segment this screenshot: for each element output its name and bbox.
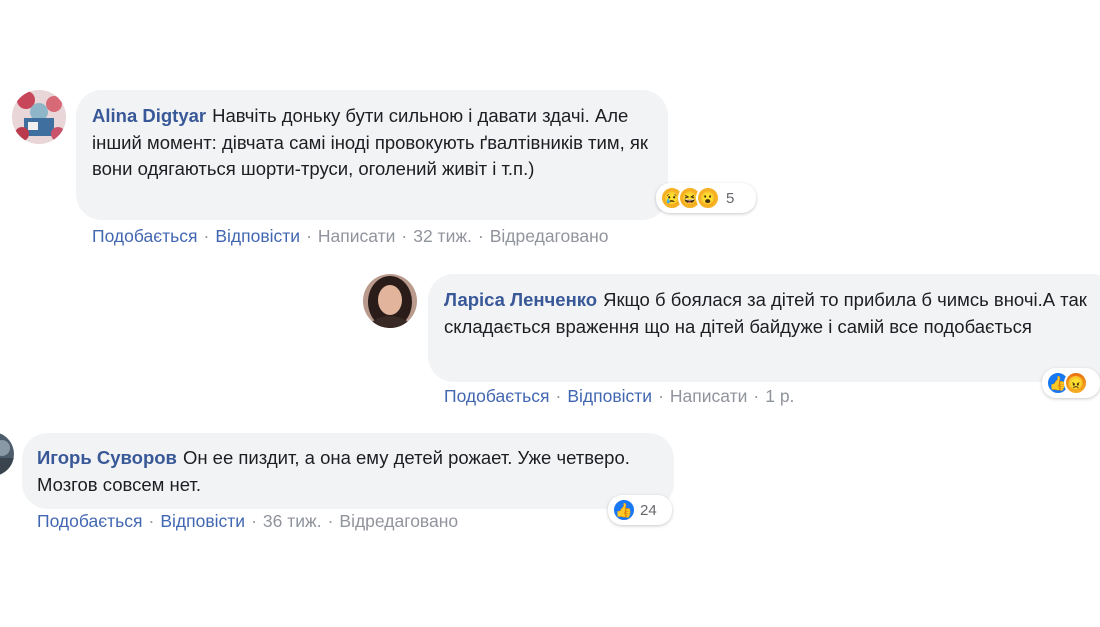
- like-link[interactable]: Подобається: [92, 226, 198, 246]
- edited-label[interactable]: Відредаговано: [339, 511, 458, 531]
- timestamp[interactable]: 36 тиж.: [263, 511, 322, 531]
- comment-actions: Подобається · Відповісти · Написати · 1 р.: [444, 386, 794, 407]
- comment-bubble: Игорь Суворов Он ее пиздит, а она ему дет…: [22, 433, 674, 509]
- comment-author[interactable]: Alina Digtyar: [92, 105, 206, 126]
- comment-author[interactable]: Ларіса Ленченко: [444, 289, 597, 310]
- reaction-count: 24: [640, 501, 657, 519]
- comment-actions: Подобається · Відповісти · 36 тиж. · Відредаго…: [37, 511, 458, 532]
- separator: ·: [306, 226, 312, 246]
- avatar[interactable]: [363, 274, 417, 328]
- reaction-summary[interactable]: 😢 😆 😮 5: [656, 183, 756, 213]
- separator: ·: [658, 386, 664, 406]
- separator: ·: [401, 226, 408, 246]
- comment-actions: Подобається · Відповісти · Написати · 32 тиж. ·…: [92, 226, 609, 247]
- separator: ·: [477, 226, 484, 246]
- avatar[interactable]: [12, 90, 66, 144]
- timestamp[interactable]: 1 р.: [765, 386, 794, 406]
- comment-bubble: Ларіса Ленченко Якщо б боялася за дітей т…: [428, 274, 1100, 382]
- comment-bubble: Alina Digtyar Навчіть доньку бути сильною…: [76, 90, 668, 220]
- wow-icon: 😮: [696, 186, 720, 210]
- separator: ·: [203, 226, 210, 246]
- separator: ·: [753, 386, 760, 406]
- separator: ·: [148, 511, 155, 531]
- separator: ·: [555, 386, 562, 406]
- edited-label[interactable]: Відредаговано: [490, 226, 609, 246]
- reaction-count: 5: [726, 189, 735, 207]
- message-link[interactable]: Написати: [318, 226, 396, 246]
- reply-link[interactable]: Відповісти: [160, 511, 245, 531]
- reply-link[interactable]: Відповісти: [567, 386, 652, 406]
- like-link[interactable]: Подобається: [444, 386, 550, 406]
- reaction-summary[interactable]: 👍 😠: [1042, 368, 1100, 398]
- like-link[interactable]: Подобається: [37, 511, 143, 531]
- reaction-summary[interactable]: 👍 24: [608, 495, 672, 525]
- message-link[interactable]: Написати: [670, 386, 748, 406]
- separator: ·: [327, 511, 334, 531]
- avatar[interactable]: [0, 432, 14, 476]
- timestamp[interactable]: 32 тиж.: [413, 226, 472, 246]
- like-icon: 👍: [612, 498, 636, 522]
- angry-icon: 😠: [1064, 371, 1088, 395]
- reply-link[interactable]: Відповісти: [215, 226, 300, 246]
- separator: ·: [251, 511, 257, 531]
- comment-author[interactable]: Игорь Суворов: [37, 447, 177, 468]
